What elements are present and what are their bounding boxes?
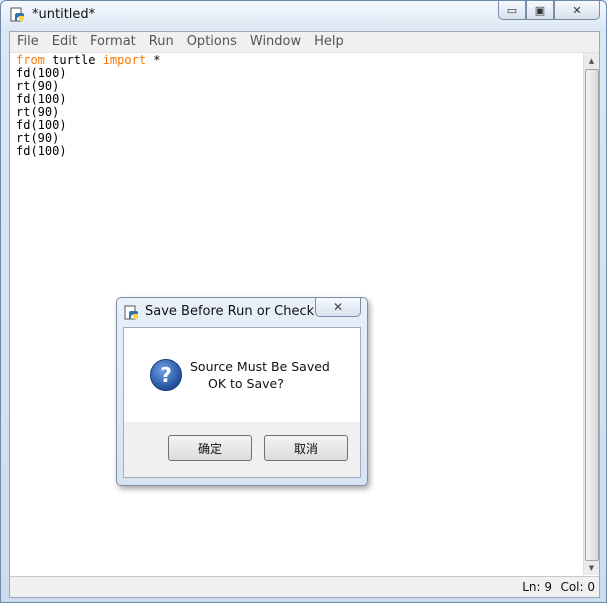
minimize-button[interactable]: ▭ [498, 1, 526, 20]
ok-button[interactable]: 确定 [168, 435, 252, 461]
scroll-thumb[interactable] [585, 69, 599, 561]
code-line[interactable]: fd(100) [16, 145, 161, 158]
menu-file[interactable]: File [10, 32, 45, 52]
cancel-button[interactable]: 取消 [264, 435, 348, 461]
restore-button[interactable]: ▣ [526, 1, 554, 20]
dialog-body: ? Source Must Be Saved OK to Save? 确定 取消 [123, 327, 361, 478]
python-dialog-icon [124, 305, 138, 320]
restore-icon: ▣ [534, 3, 546, 17]
code-token: rt(90) [16, 105, 60, 119]
close-icon: ✕ [572, 3, 582, 17]
code-token: turtle [44, 53, 103, 67]
window-title: *untitled* [32, 7, 96, 22]
status-column: Col: 0 [560, 580, 595, 594]
status-line: Ln: 9 [522, 580, 552, 594]
code-token: rt(90) [16, 131, 60, 145]
caption-buttons: ▭ ▣ ✕ [498, 1, 600, 21]
menu-window[interactable]: Window [243, 32, 307, 52]
code-text[interactable]: from turtle import * fd(100) rt(90) fd(100)… [16, 54, 161, 158]
dialog-message-area: ? Source Must Be Saved OK to Save? [124, 328, 360, 422]
code-keyword: import [102, 53, 147, 67]
menu-bar: File Edit Format Run Options Window Help [10, 32, 599, 53]
menu-run[interactable]: Run [142, 32, 180, 52]
scroll-up-arrow-icon[interactable]: ▲ [584, 53, 599, 68]
code-token: fd(100) [16, 92, 67, 106]
svg-text:?: ? [160, 363, 172, 387]
code-token: rt(90) [16, 79, 60, 93]
dialog-message-line1: Source Must Be Saved [190, 359, 330, 374]
close-icon: ✕ [332, 300, 344, 314]
minimize-icon: ▭ [506, 3, 518, 17]
code-token: fd(100) [16, 118, 67, 132]
dialog-message-line2: OK to Save? [208, 376, 284, 391]
title-bar[interactable]: *untitled* ▭ ▣ ✕ [1, 1, 606, 31]
status-bar: Ln: 9 Col: 0 [10, 576, 599, 597]
python-app-icon [10, 7, 24, 22]
menu-format[interactable]: Format [83, 32, 142, 52]
close-button[interactable]: ✕ [554, 1, 600, 20]
menu-options[interactable]: Options [180, 32, 243, 52]
dialog-title: Save Before Run or Check [145, 304, 315, 319]
menu-help[interactable]: Help [307, 32, 350, 52]
code-token: * [146, 53, 161, 67]
code-token: fd(100) [16, 144, 67, 158]
vertical-scrollbar[interactable]: ▲ ▼ [583, 53, 599, 575]
question-icon: ? [150, 359, 182, 391]
code-keyword: from [16, 53, 45, 67]
code-token: fd(100) [16, 66, 67, 80]
scroll-down-arrow-icon[interactable]: ▼ [584, 560, 599, 575]
dialog-close-button[interactable]: ✕ [315, 298, 361, 317]
save-dialog: Save Before Run or Check ✕ ? Source Must… [116, 297, 368, 486]
menu-edit[interactable]: Edit [45, 32, 83, 52]
